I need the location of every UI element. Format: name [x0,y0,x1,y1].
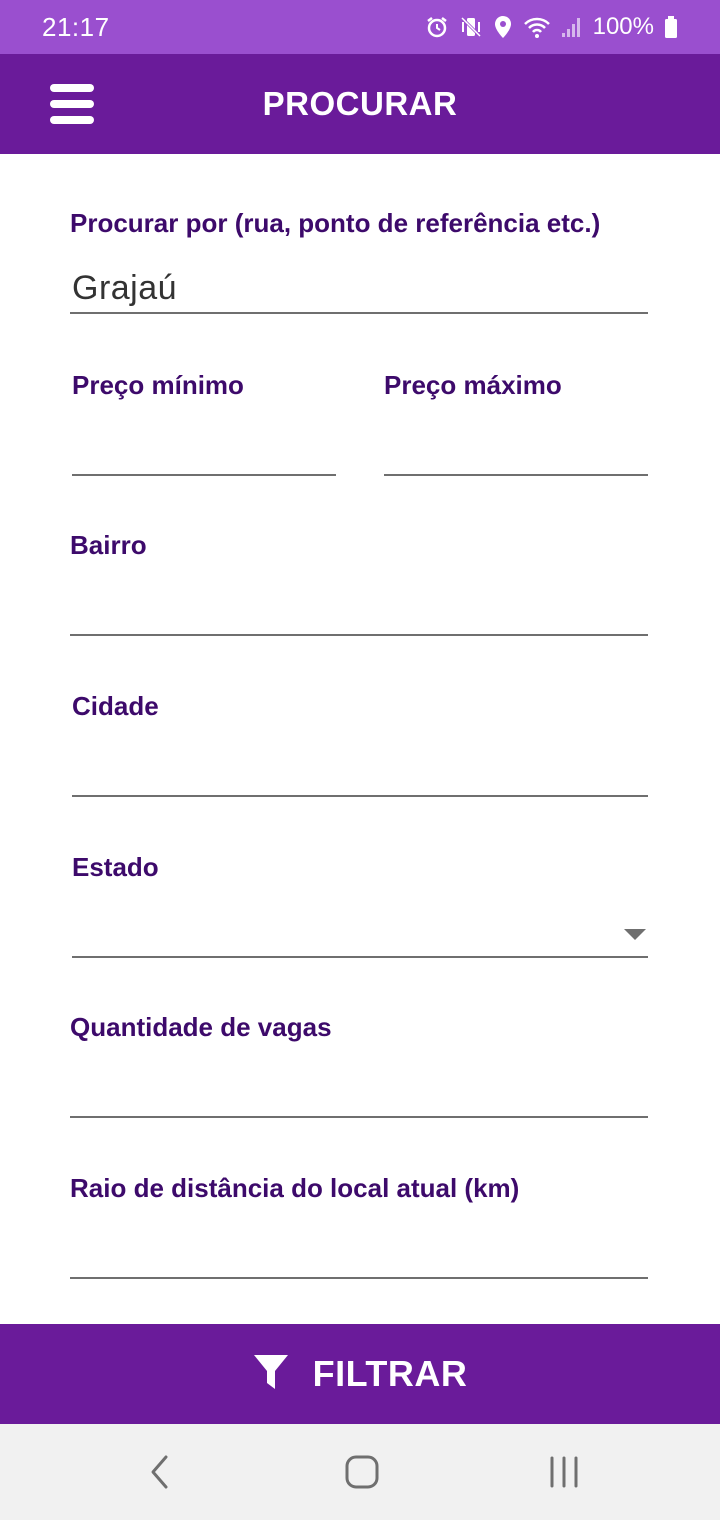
location-icon [493,15,513,39]
filter-button-label: FILTRAR [312,1353,468,1394]
city-field: Cidade [72,691,648,799]
neighborhood-field: Bairro [70,530,648,638]
search-form: Procurar por (rua, ponto de referência e… [0,154,720,1324]
state-select[interactable] [72,910,648,958]
search-field: Procurar por (rua, ponto de referência e… [70,208,648,316]
status-bar: 21:17 100% [0,0,720,54]
min-price-input[interactable] [72,428,336,476]
signal-icon [561,15,583,39]
min-price-field: Preço mínimo [72,370,336,478]
home-icon[interactable] [332,1452,392,1492]
chevron-down-icon[interactable] [624,929,646,940]
search-input[interactable]: Grajaú [70,266,648,314]
min-price-label: Preço mínimo [72,370,244,400]
battery-icon [664,15,678,39]
state-field: Estado [72,852,648,960]
hamburger-menu-icon[interactable] [50,82,94,126]
spots-label: Quantidade de vagas [70,1012,332,1042]
spots-field: Quantidade de vagas [70,1012,648,1120]
spots-input[interactable] [70,1070,648,1118]
max-price-input[interactable] [384,428,648,476]
filter-button[interactable]: FILTRAR [0,1324,720,1424]
filter-funnel-icon [253,1353,289,1396]
neighborhood-input[interactable] [70,588,648,636]
recent-apps-icon[interactable] [534,1452,594,1492]
page-title: PROCURAR [262,85,458,122]
search-field-label: Procurar por (rua, ponto de referência e… [70,208,601,238]
alarm-icon [425,15,449,39]
back-icon[interactable] [130,1452,190,1492]
status-icons: 100% [425,13,678,41]
app-bar: PROCURAR [0,54,720,154]
system-nav-bar [0,1424,720,1520]
neighborhood-label: Bairro [70,530,147,560]
max-price-field: Preço máximo [384,370,648,478]
radius-field: Raio de distância do local atual (km) [70,1173,648,1281]
battery-text: 100% [592,13,654,40]
status-time: 21:17 [42,11,110,42]
wifi-icon [523,15,551,39]
radius-label: Raio de distância do local atual (km) [70,1173,520,1203]
vibrate-icon [459,15,483,39]
city-label: Cidade [72,691,159,721]
state-label: Estado [72,852,159,882]
city-input[interactable] [72,749,648,797]
radius-input[interactable] [70,1231,648,1279]
max-price-label: Preço máximo [384,370,562,400]
